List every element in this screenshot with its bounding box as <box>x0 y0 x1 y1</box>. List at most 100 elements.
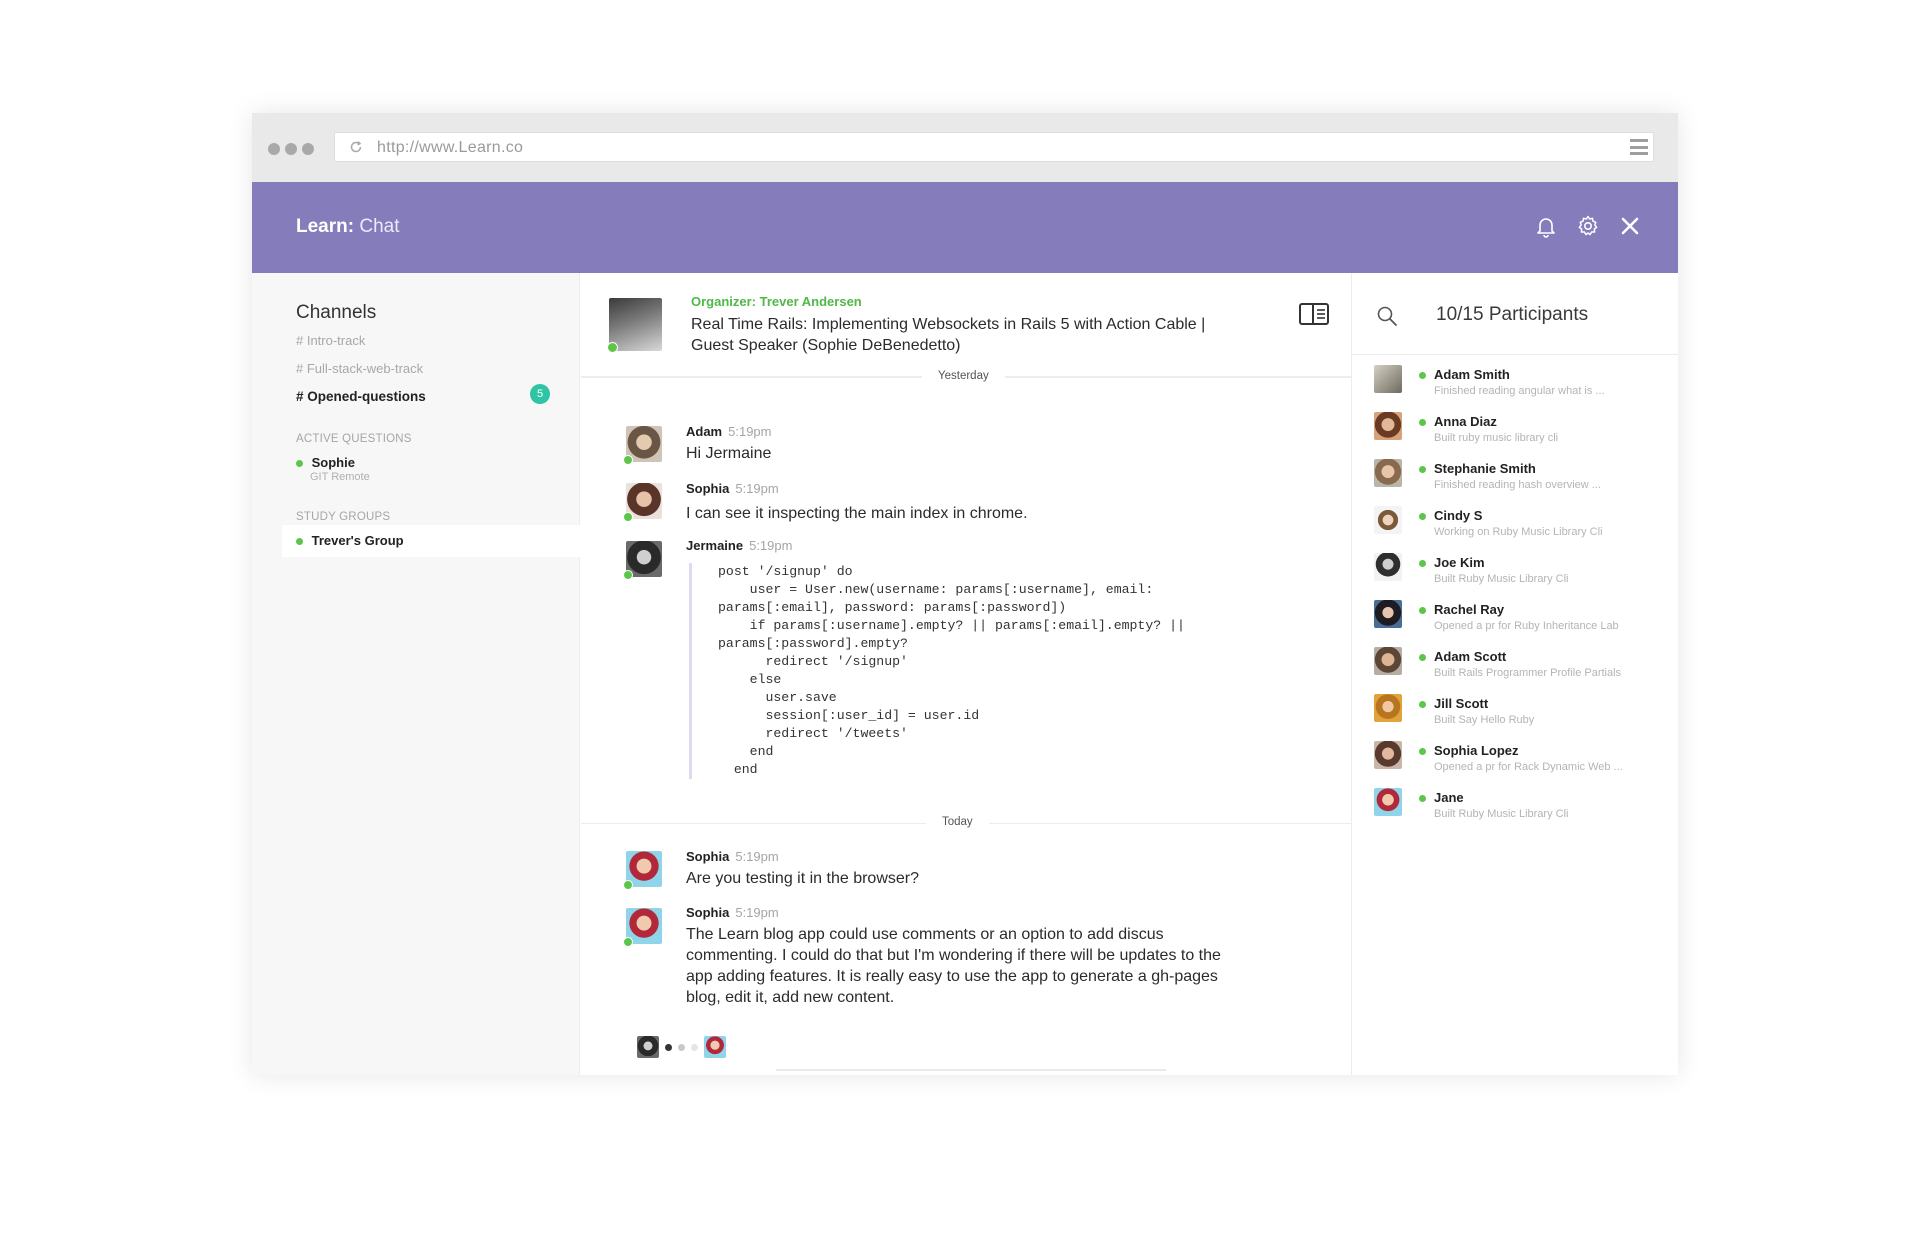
message-author: Sophia 5:19pm <box>686 849 779 864</box>
participant-name: Stephanie Smith <box>1434 461 1536 476</box>
bell-icon[interactable] <box>1534 214 1558 238</box>
author-name[interactable]: Sophia <box>686 849 729 864</box>
participant-status: Built Rails Programmer Profile Partials <box>1434 667 1622 679</box>
day-label-yesterday: Yesterday <box>922 370 1005 382</box>
online-status-dot <box>1419 419 1426 426</box>
message-time: 5:19pm <box>735 849 779 864</box>
online-status-dot <box>1419 795 1426 802</box>
typing-avatar <box>704 1036 726 1058</box>
avatar <box>1374 647 1402 675</box>
avatar <box>1374 553 1402 581</box>
avatar <box>1374 741 1402 769</box>
browser-menu-icon[interactable] <box>1630 139 1648 155</box>
participant-status: Built Ruby Music Library Cli <box>1434 573 1569 585</box>
chat-panel: Organizer: Trever Andersen Real Time Rai… <box>581 273 1351 1075</box>
avatar <box>1374 694 1402 722</box>
avatar[interactable] <box>623 908 662 947</box>
active-question-topic: GIT Remote <box>310 471 370 483</box>
participant-item[interactable]: Anna Diaz Built ruby music library cli <box>1374 412 1674 452</box>
participant-item[interactable]: Adam Smith Finished reading angular what… <box>1374 365 1674 405</box>
message-author: Adam 5:19pm <box>686 424 772 439</box>
online-status-dot <box>1419 372 1426 379</box>
app-header: Learn: Chat <box>252 182 1678 273</box>
participant-item[interactable]: Joe Kim Built Ruby Music Library Cli <box>1374 553 1674 593</box>
study-group-name: Trever's Group <box>311 533 404 548</box>
avatar <box>1374 412 1402 440</box>
window-dot[interactable] <box>268 143 280 155</box>
participant-item[interactable]: Sophia Lopez Opened a pr for Rack Dynami… <box>1374 741 1674 781</box>
online-status-dot <box>296 460 303 467</box>
participant-status: Opened a pr for Rack Dynamic Web ... <box>1434 761 1623 773</box>
participant-name: Joe Kim <box>1434 555 1485 570</box>
message-time: 5:19pm <box>735 481 779 496</box>
organizer-label[interactable]: Organizer: Trever Andersen <box>691 294 862 309</box>
participant-status: Built Ruby Music Library Cli <box>1434 808 1569 820</box>
online-status-dot <box>1419 466 1426 473</box>
participant-item[interactable]: Jane Built Ruby Music Library Cli <box>1374 788 1674 828</box>
browser-window: http://www.Learn.co Learn: Chat Channels… <box>252 113 1678 1075</box>
avatar[interactable] <box>623 483 662 522</box>
channel-opened-questions[interactable]: # Opened-questions <box>296 389 426 404</box>
app-brand: Learn: <box>296 216 355 237</box>
participant-item[interactable]: Adam Scott Built Rails Programmer Profil… <box>1374 647 1674 687</box>
sidebar-toggle-icon[interactable] <box>1299 303 1329 325</box>
participant-item[interactable]: Stephanie Smith Finished reading hash ov… <box>1374 459 1674 499</box>
search-icon[interactable] <box>1376 305 1398 327</box>
day-label-today: Today <box>926 816 989 828</box>
address-bar[interactable]: http://www.Learn.co <box>334 132 1654 162</box>
participant-item[interactable]: Cindy S Working on Ruby Music Library Cl… <box>1374 506 1674 546</box>
author-name[interactable]: Jermaine <box>686 538 743 553</box>
avatar[interactable] <box>623 541 662 580</box>
study-groups-heading: STUDY GROUPS <box>296 511 391 523</box>
participant-item[interactable]: Jill Scott Built Say Hello Ruby <box>1374 694 1674 734</box>
participant-name: Cindy S <box>1434 508 1483 523</box>
message-author: Sophia 5:19pm <box>686 905 779 920</box>
message-time: 5:19pm <box>749 538 793 553</box>
participant-status: Finished reading angular what is ... <box>1434 385 1605 397</box>
window-dot[interactable] <box>285 143 297 155</box>
window-dot[interactable] <box>302 143 314 155</box>
author-name[interactable]: Sophia <box>686 481 729 496</box>
chat-topic: Real Time Rails: Implementing Websockets… <box>691 316 1206 354</box>
close-icon[interactable] <box>1618 214 1642 238</box>
participant-status: Finished reading hash overview ... <box>1434 479 1601 491</box>
channels-heading: Channels <box>296 302 377 323</box>
typing-indicator <box>637 1036 726 1058</box>
message-text: The Learn blog app could use comments or… <box>686 926 1221 1006</box>
participant-name: Rachel Ray <box>1434 602 1505 617</box>
message-text: Hi Jermaine <box>686 445 772 462</box>
message-author: Sophia 5:19pm <box>686 481 779 496</box>
participant-item[interactable]: Rachel Ray Opened a pr for Ruby Inherita… <box>1374 600 1674 640</box>
author-name[interactable]: Sophia <box>686 905 729 920</box>
gear-icon[interactable] <box>1576 214 1600 238</box>
message-composer[interactable] <box>776 1069 1166 1071</box>
study-group-item[interactable]: Trever's Group <box>282 525 580 557</box>
participant-name: Jill Scott <box>1434 696 1489 711</box>
author-name[interactable]: Adam <box>686 424 722 439</box>
window-controls[interactable] <box>268 143 314 155</box>
avatar[interactable] <box>623 426 662 465</box>
active-question-item[interactable]: Sophie <box>296 455 355 470</box>
active-question-name: Sophie <box>311 455 355 470</box>
message-text: Are you testing it in the browser? <box>686 870 920 887</box>
browser-chrome: http://www.Learn.co <box>252 113 1678 182</box>
channel-full-stack-web-track[interactable]: # Full-stack-web-track <box>296 361 423 376</box>
participants-header: 10/15 Participants <box>1352 273 1678 355</box>
online-status-dot <box>1419 607 1426 614</box>
message-time: 5:19pm <box>728 424 772 439</box>
reload-icon[interactable] <box>349 140 363 154</box>
online-status-dot <box>1419 560 1426 567</box>
organizer-avatar[interactable] <box>607 298 662 353</box>
online-status-dot <box>296 538 303 545</box>
app-title: Learn: Chat <box>296 216 400 238</box>
avatar[interactable] <box>623 851 662 890</box>
message-time: 5:19pm <box>735 905 779 920</box>
avatar <box>1374 506 1402 534</box>
app-section: Chat <box>359 216 400 237</box>
channel-intro-track[interactable]: # Intro-track <box>296 333 365 348</box>
avatar <box>1374 788 1402 816</box>
typing-dot <box>691 1043 698 1051</box>
url-text[interactable]: http://www.Learn.co <box>377 139 523 157</box>
chat-header: Organizer: Trever Andersen Real Time Rai… <box>581 273 1351 377</box>
participant-name: Anna Diaz <box>1434 414 1497 429</box>
